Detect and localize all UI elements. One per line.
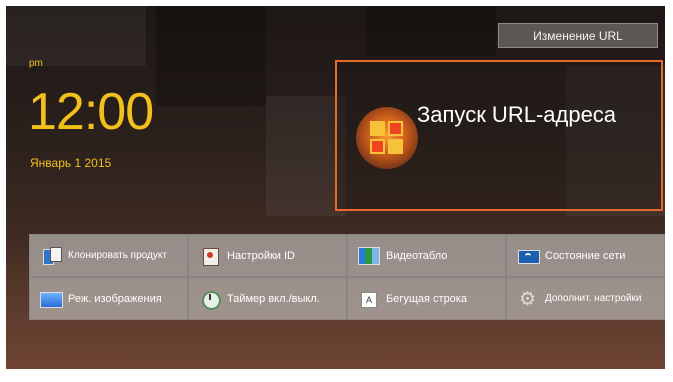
network-status-icon <box>517 247 540 265</box>
clock-date: Январь 1 2015 <box>30 156 112 170</box>
menu-item-ticker[interactable]: Бегущая строка <box>347 277 506 320</box>
menu-item-label: Дополнит. настройки <box>545 293 642 304</box>
background-panel <box>266 96 346 216</box>
url-launcher-tile[interactable]: Запуск URL-адреса <box>335 60 663 211</box>
menu-item-label: Клонировать продукт <box>68 250 167 261</box>
menu-item-more-settings[interactable]: Дополнит. настройки <box>506 277 665 320</box>
home-screen: Изменение URL pm 12:00 Январь 1 2015 Зап… <box>6 6 665 369</box>
id-settings-icon <box>199 247 221 266</box>
menu-item-id-settings[interactable]: Настройки ID <box>188 234 347 277</box>
menu-item-label: Видеотабло <box>386 249 448 262</box>
clone-product-icon <box>40 246 62 265</box>
menu-item-picture-mode[interactable]: Реж. изображения <box>29 277 188 320</box>
menu-item-clone-product[interactable]: Клонировать продукт <box>29 234 188 277</box>
url-change-button[interactable]: Изменение URL <box>498 23 658 48</box>
menu-item-label: Настройки ID <box>227 249 295 262</box>
background-panel <box>6 6 146 66</box>
more-settings-icon <box>517 288 539 310</box>
clock-time: 12:00 <box>28 83 154 141</box>
background-panel <box>366 6 496 56</box>
menu-item-label: Реж. изображения <box>68 292 162 305</box>
menu-item-network-status[interactable]: Состояние сети <box>506 234 665 277</box>
menu-item-label: Состояние сети <box>545 249 626 262</box>
settings-menu: Клонировать продукт Настройки ID Видеота… <box>29 234 665 320</box>
on-off-timer-icon <box>199 290 221 310</box>
ticker-icon <box>358 290 380 308</box>
menu-item-label: Таймер вкл./выкл. <box>227 292 320 305</box>
picture-mode-icon <box>40 290 63 308</box>
background-panel <box>156 6 266 106</box>
url-launcher-icon <box>356 107 418 169</box>
menu-item-video-wall[interactable]: Видеотабло <box>347 234 506 277</box>
url-launcher-title: Запуск URL-адреса <box>417 102 617 127</box>
video-wall-icon <box>358 246 380 265</box>
menu-item-label: Бегущая строка <box>386 292 467 305</box>
menu-item-on-off-timer[interactable]: Таймер вкл./выкл. <box>188 277 347 320</box>
clock-ampm: pm <box>29 58 43 69</box>
